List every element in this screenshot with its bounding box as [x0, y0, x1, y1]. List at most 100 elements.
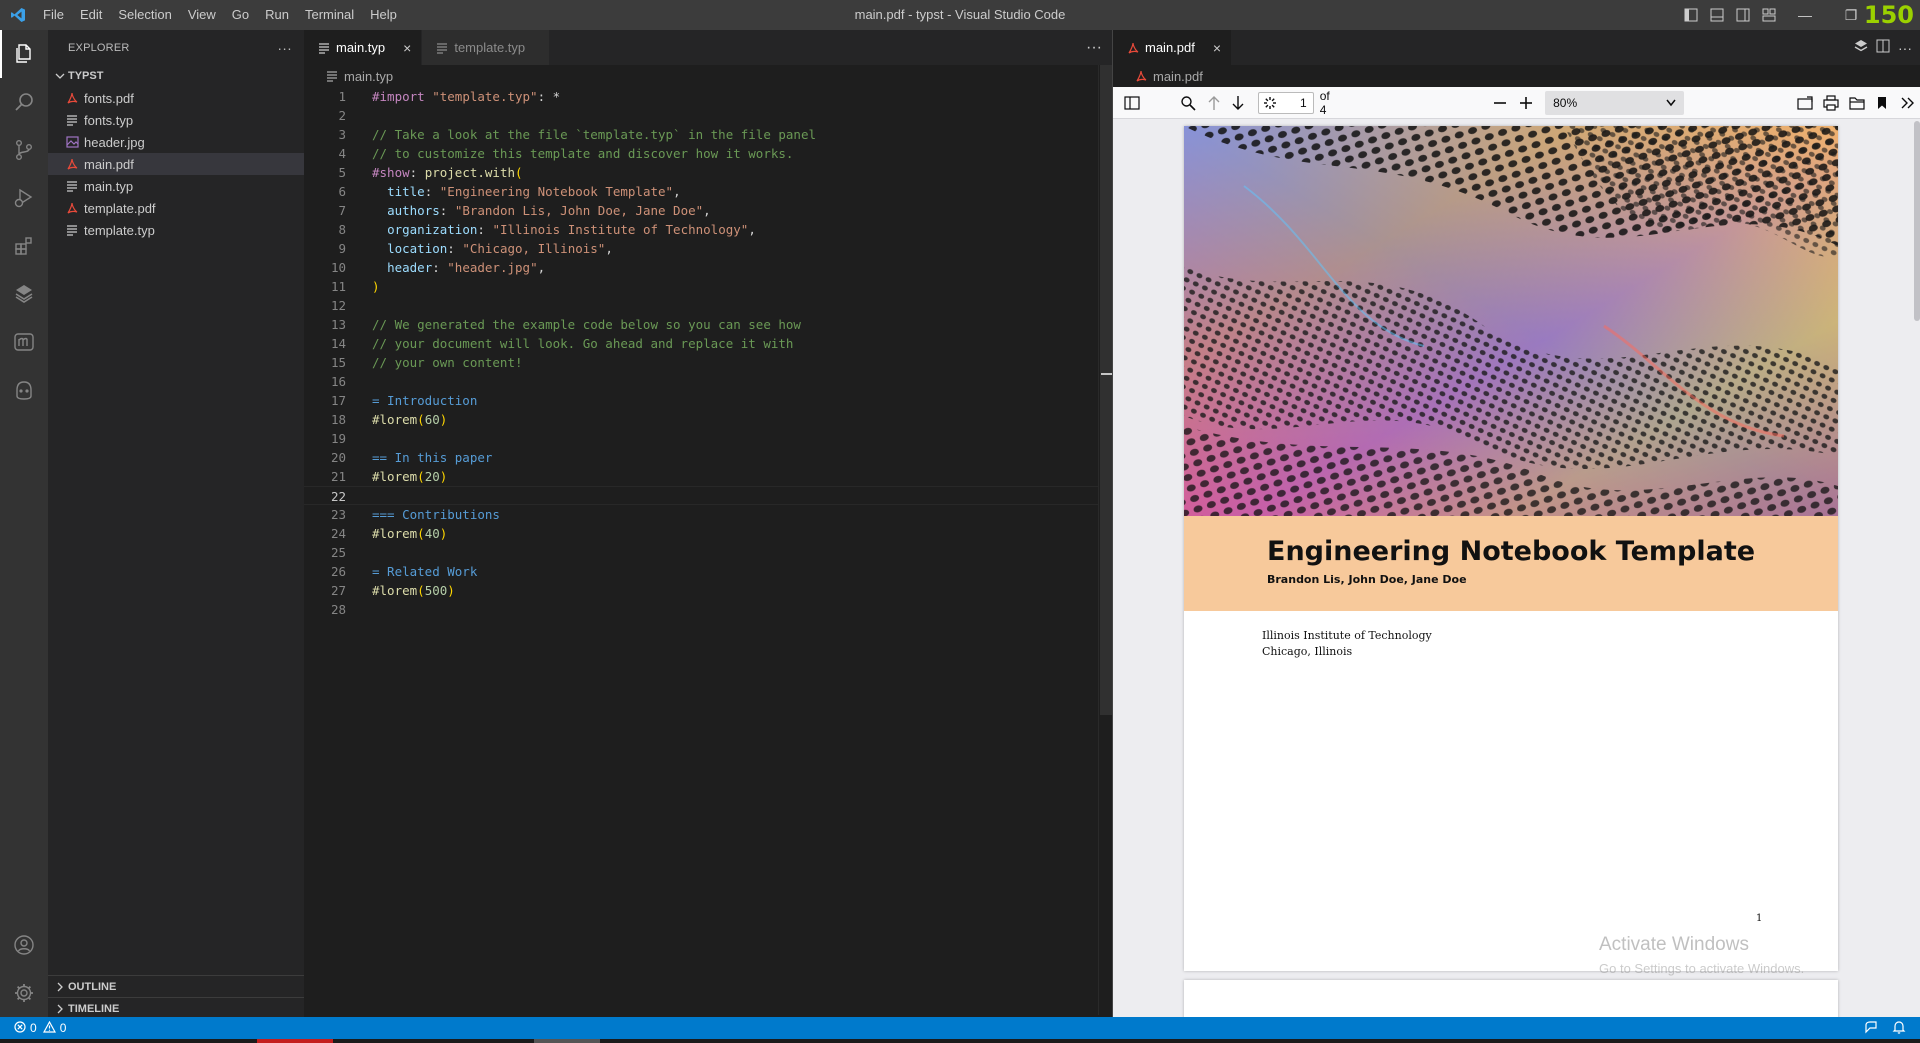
code-line[interactable]: 3 // Take a look at the file `template.ty… — [304, 125, 1112, 144]
pdf-more-actions-icon[interactable]: ··· — [1898, 40, 1912, 56]
code-line[interactable]: 1 #import "template.typ": * — [304, 87, 1112, 106]
pdf-viewer-area[interactable]: Engineering Notebook Template Brandon Li… — [1113, 119, 1920, 1017]
code-line[interactable]: 18 #lorem(60) — [304, 410, 1112, 429]
breadcrumb-file[interactable]: main.pdf — [1153, 69, 1203, 84]
feedback-icon[interactable] — [1864, 1020, 1878, 1037]
code-line[interactable]: 10 header: "header.jpg", — [304, 258, 1112, 277]
code-token: project.with — [424, 165, 516, 180]
breadcrumb-file[interactable]: main.typ — [344, 69, 393, 84]
code-line[interactable]: 15 // your own content! — [304, 353, 1112, 372]
extensions-icon[interactable] — [0, 222, 48, 270]
notifications-bell-icon[interactable] — [1892, 1020, 1906, 1037]
file-item[interactable]: fonts.pdf — [48, 87, 304, 109]
code-line[interactable]: 23 === Contributions — [304, 505, 1112, 524]
pdf-scrollbar[interactable] — [1911, 119, 1920, 1017]
zoom-out-icon[interactable] — [1488, 89, 1514, 117]
menu-view[interactable]: View — [180, 0, 224, 30]
source-control-icon[interactable] — [0, 126, 48, 174]
menu-selection[interactable]: Selection — [110, 0, 179, 30]
close-tab-icon[interactable]: × — [403, 40, 411, 56]
file-item[interactable]: main.pdf — [48, 153, 304, 175]
code-line[interactable]: 8 organization: "Illinois Institute of T… — [304, 220, 1112, 239]
typst-icon[interactable] — [0, 318, 48, 366]
tools-menu-icon[interactable] — [1895, 89, 1920, 117]
open-file-icon[interactable] — [1844, 89, 1870, 117]
file-item[interactable]: template.typ — [48, 219, 304, 241]
code-line[interactable]: 26 = Related Work — [304, 562, 1112, 581]
minimize-icon[interactable]: — — [1782, 0, 1828, 30]
split-editor-icon[interactable] — [1876, 39, 1890, 56]
presentation-mode-icon[interactable] — [1792, 89, 1818, 117]
code-line[interactable]: 27 #lorem(500) — [304, 581, 1112, 600]
toggle-primary-sidebar-icon[interactable] — [1678, 0, 1704, 30]
code-line[interactable]: 20 == In this paper — [304, 448, 1112, 467]
print-icon[interactable] — [1818, 89, 1844, 117]
code-line[interactable]: 5 #show: project.with( — [304, 163, 1112, 182]
code-line[interactable]: 12 — [304, 296, 1112, 315]
customize-layout-icon[interactable] — [1756, 0, 1782, 30]
menu-go[interactable]: Go — [224, 0, 257, 30]
file-tree: fonts.pdf fonts.typ header.jpg main.pdf main… — [48, 87, 304, 241]
code-line[interactable]: 6 title: "Engineering Notebook Template"… — [304, 182, 1112, 201]
code-line[interactable]: 28 — [304, 600, 1112, 619]
file-item[interactable]: header.jpg — [48, 131, 304, 153]
settings-gear-icon[interactable] — [0, 969, 48, 1017]
outline-section[interactable]: OUTLINE — [48, 975, 304, 997]
timeline-section[interactable]: TIMELINE — [48, 997, 304, 1019]
code-line[interactable]: 16 — [304, 372, 1112, 391]
explorer-more-icon[interactable]: ··· — [277, 40, 292, 56]
copilot-icon[interactable] — [0, 366, 48, 414]
page-number-input[interactable]: 1 — [1258, 91, 1314, 114]
code-line[interactable]: 22 — [304, 486, 1112, 505]
code-line[interactable]: 17 = Introduction — [304, 391, 1112, 410]
search-icon[interactable] — [0, 78, 48, 126]
zoom-in-icon[interactable] — [1513, 89, 1539, 117]
menu-edit[interactable]: Edit — [72, 0, 110, 30]
menu-help[interactable]: Help — [362, 0, 405, 30]
toggle-secondary-sidebar-icon[interactable] — [1730, 0, 1756, 30]
run-debug-icon[interactable] — [0, 174, 48, 222]
code-line[interactable]: 13 // We generated the example code below… — [304, 315, 1112, 334]
code-line[interactable]: 25 — [304, 543, 1112, 562]
account-icon[interactable] — [0, 921, 48, 969]
problems-indicator[interactable]: 0 0 — [0, 1020, 66, 1036]
tab-template-typ[interactable]: template.typ — [422, 30, 551, 65]
code-line[interactable]: 24 #lorem(40) — [304, 524, 1112, 543]
bookmark-icon[interactable] — [1869, 89, 1895, 117]
code-line[interactable]: 2 — [304, 106, 1112, 125]
code-line[interactable]: 19 — [304, 429, 1112, 448]
folder-typst[interactable]: TYPST — [48, 65, 304, 87]
previous-page-icon[interactable] — [1203, 89, 1227, 117]
file-item[interactable]: fonts.typ — [48, 109, 304, 131]
tab-main-pdf[interactable]: main.pdf × — [1113, 30, 1233, 65]
code-line[interactable]: 9 location: "Chicago, Illinois", — [304, 239, 1112, 258]
code-line[interactable]: 4 // to customize this template and disco… — [304, 144, 1112, 163]
vscode-logo-icon[interactable] — [0, 0, 35, 30]
scrollbar-thumb[interactable] — [1914, 121, 1920, 321]
code-token: authors — [387, 203, 440, 218]
code-line[interactable]: 21 #lorem(20) — [304, 467, 1112, 486]
menu-run[interactable]: Run — [257, 0, 297, 30]
editor-more-actions-icon[interactable]: ··· — [1086, 30, 1102, 65]
menu-file[interactable]: File — [35, 0, 72, 30]
code-line[interactable]: 7 authors: "Brandon Lis, John Doe, Jane … — [304, 201, 1112, 220]
code-line[interactable]: 11) — [304, 277, 1112, 296]
explorer-icon[interactable] — [0, 30, 48, 78]
fps-counter: 150 — [1863, 1, 1914, 29]
scrollbar-thumb[interactable] — [1100, 65, 1112, 715]
code-area[interactable]: 1 #import "template.typ": * 2 3// Take a lo… — [304, 87, 1112, 619]
editor-scrollbar[interactable] — [1098, 65, 1113, 1015]
gitlens-icon[interactable] — [0, 270, 48, 318]
code-line[interactable]: 14 // your document will look. Go ahead a… — [304, 334, 1112, 353]
toggle-sidebar-icon[interactable] — [1117, 89, 1147, 117]
toggle-panel-icon[interactable] — [1704, 0, 1730, 30]
zoom-select[interactable]: 80% — [1545, 90, 1685, 115]
menu-terminal[interactable]: Terminal — [297, 0, 362, 30]
gitlens-icon[interactable] — [1854, 39, 1868, 56]
find-icon[interactable] — [1173, 89, 1203, 117]
close-tab-icon[interactable]: × — [1213, 40, 1221, 56]
tab-main-typ[interactable]: main.typ × — [304, 30, 423, 65]
next-page-icon[interactable] — [1226, 89, 1250, 117]
file-item[interactable]: template.pdf — [48, 197, 304, 219]
file-item[interactable]: main.typ — [48, 175, 304, 197]
